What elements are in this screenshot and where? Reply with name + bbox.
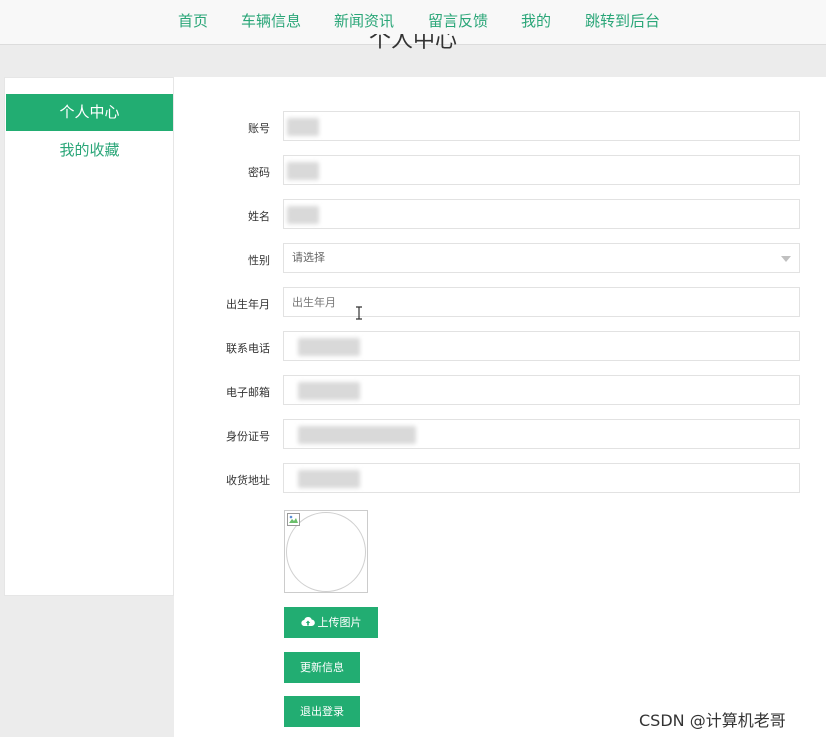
nav-mine[interactable]: 我的 (521, 10, 551, 31)
redacted-value (298, 382, 360, 400)
password-label: 密码 (248, 166, 270, 179)
sidebar-item-profile[interactable]: 个人中心 (6, 94, 173, 131)
sidebar: 个人中心 我的收藏 (4, 77, 174, 596)
nav-feedback[interactable]: 留言反馈 (428, 10, 488, 31)
redacted-value (287, 118, 319, 136)
text-cursor-icon (356, 306, 362, 320)
avatar (284, 510, 368, 593)
redacted-value (287, 206, 319, 224)
phone-label: 联系电话 (226, 342, 270, 355)
idcard-input[interactable] (283, 419, 800, 449)
upload-image-button[interactable]: 上传图片 (284, 607, 378, 638)
idcard-label: 身份证号 (226, 430, 270, 443)
upload-button-label: 上传图片 (317, 617, 362, 629)
watermark: CSDN @计算机老哥 (639, 711, 786, 730)
redacted-value (298, 470, 360, 488)
phone-input[interactable] (283, 331, 800, 361)
broken-image-icon (287, 513, 300, 526)
page-title: 个人中心 (0, 34, 826, 50)
address-label: 收货地址 (226, 474, 270, 487)
address-input[interactable] (283, 463, 800, 493)
profile-form: 账号 密码 姓名 性别 请选择 出生年月 联系电话 电子邮箱 身份证号 收货地址 (174, 77, 826, 737)
update-info-button[interactable]: 更新信息 (284, 652, 360, 683)
birth-label: 出生年月 (226, 298, 270, 311)
redacted-value (287, 162, 319, 180)
name-input[interactable] (283, 199, 800, 229)
name-label: 姓名 (248, 210, 270, 223)
gender-placeholder: 请选择 (292, 251, 325, 264)
password-input[interactable] (283, 155, 800, 185)
page-title-text: 个人中心 (368, 34, 457, 50)
sidebar-item-favorites[interactable]: 我的收藏 (6, 132, 173, 169)
nav-admin[interactable]: 跳转到后台 (585, 10, 660, 31)
nav-vehicles[interactable]: 车辆信息 (241, 10, 301, 31)
nav-news[interactable]: 新闻资讯 (334, 10, 394, 31)
nav-home[interactable]: 首页 (178, 10, 208, 31)
email-input[interactable] (283, 375, 800, 405)
logout-button[interactable]: 退出登录 (284, 696, 360, 727)
cloud-upload-icon (300, 617, 315, 627)
gender-label: 性别 (248, 254, 270, 267)
chevron-down-icon (781, 256, 791, 262)
account-input[interactable] (283, 111, 800, 141)
redacted-value (298, 338, 360, 356)
gender-select[interactable]: 请选择 (283, 243, 800, 273)
account-label: 账号 (248, 122, 270, 135)
redacted-value (298, 426, 416, 444)
email-label: 电子邮箱 (226, 386, 270, 399)
